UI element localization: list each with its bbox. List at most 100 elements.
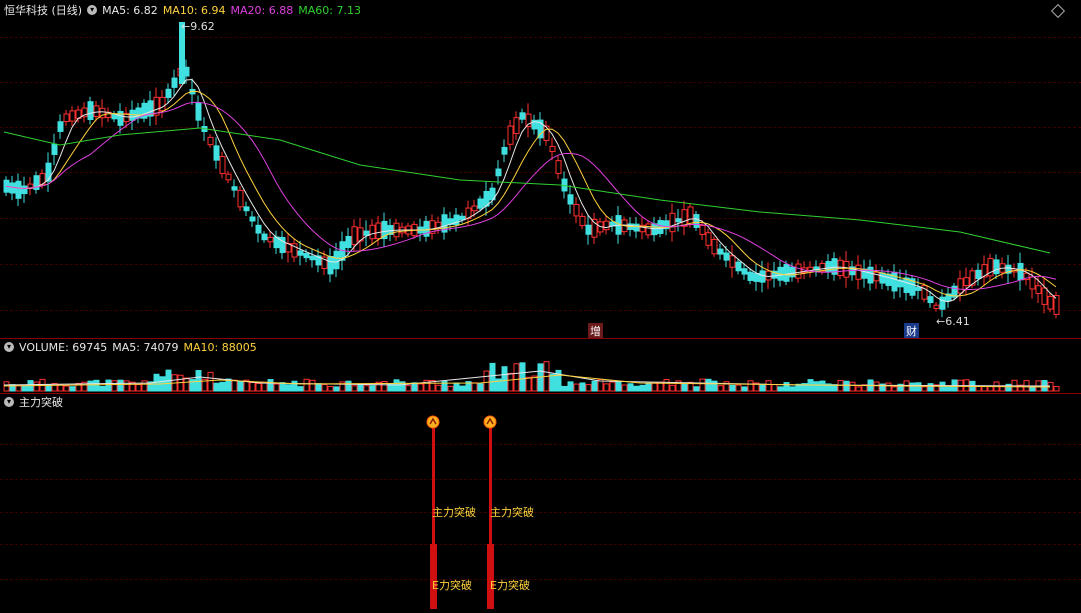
candle-body: [507, 125, 514, 145]
candle-body: [237, 189, 244, 208]
event-marker-increase[interactable]: 增: [588, 323, 603, 339]
volume-bar: [603, 383, 610, 392]
volume-bar: [729, 384, 736, 392]
candle-body: [699, 225, 706, 235]
volume-bar: [765, 380, 772, 392]
volume-bar: [141, 380, 148, 392]
candle-body: [747, 271, 754, 281]
candle-body: [345, 236, 352, 248]
volume-bar: [99, 386, 106, 392]
settings-toggle-icon[interactable]: ▾: [4, 397, 14, 407]
settings-toggle-icon[interactable]: ▾: [87, 5, 98, 15]
candle-body: [369, 224, 376, 240]
candle-body: [651, 223, 658, 236]
volume-bar: [111, 380, 118, 392]
volume-bar: [909, 382, 916, 392]
candle-body: [957, 278, 964, 294]
candle-body: [789, 266, 796, 278]
candle-body: [51, 143, 58, 155]
volume-bar: [255, 382, 262, 392]
vol-ma10-label: MA10: 88005: [183, 340, 257, 354]
price-header: 恒华科技 (日线) ▾ MA5: 6.82 MA10: 6.94 MA20: 6…: [4, 2, 361, 18]
volume-bar: [693, 386, 700, 392]
event-marker-finance[interactable]: 财: [904, 323, 919, 339]
volume-bar: [417, 383, 424, 392]
volume-bar: [63, 385, 70, 392]
candle-body: [549, 145, 556, 153]
candle-body: [573, 203, 580, 217]
volume-bar: [207, 371, 214, 392]
candlestick-chart[interactable]: [0, 0, 1081, 338]
volume-bar: [771, 383, 778, 392]
candle-body: [855, 264, 862, 280]
candle-body: [915, 286, 922, 291]
volume-bar: [891, 386, 898, 392]
volume-bar: [267, 379, 274, 392]
indicator-chart[interactable]: [0, 394, 1081, 613]
candle-body: [261, 233, 268, 241]
candle-body: [963, 277, 970, 287]
candle-body: [705, 232, 712, 246]
candle-body: [1041, 287, 1048, 305]
candle-body: [795, 263, 802, 279]
candle-body: [993, 259, 1000, 275]
volume-bar: [819, 380, 826, 392]
candle-body: [939, 296, 946, 310]
candle-body: [885, 273, 892, 286]
volume-bar: [975, 385, 982, 392]
ma20-label: MA20: 6.88: [230, 3, 294, 17]
volume-bar: [291, 380, 298, 392]
price-panel[interactable]: 恒华科技 (日线) ▾ MA5: 6.82 MA10: 6.94 MA20: 6…: [0, 0, 1081, 339]
candle-body: [519, 112, 526, 120]
volume-bar: [489, 362, 496, 392]
volume-panel[interactable]: ▾ VOLUME: 69745 MA5: 74079 MA10: 88005: [0, 339, 1081, 393]
volume-bar: [651, 382, 658, 392]
candle-body: [735, 261, 742, 272]
candle-body: [741, 268, 748, 275]
candle-body: [759, 270, 766, 283]
signal-label-4: E力突破: [490, 579, 530, 592]
volume-bar: [585, 384, 592, 392]
candle-body: [225, 173, 232, 181]
volume-bar: [435, 384, 442, 392]
ma20-line: [5, 101, 1057, 290]
candle-body: [231, 186, 238, 191]
high-price-marker: ←9.62: [181, 20, 215, 33]
ma10-label: MA10: 6.94: [162, 3, 226, 17]
candle-body: [723, 252, 730, 261]
candle-body: [669, 212, 676, 233]
signal-label-2: 主力突破: [490, 506, 534, 519]
indicator-panel[interactable]: ▾ 主力突破 主力突破 主力突破 E力突破 E力突破: [0, 394, 1081, 613]
volume-bar: [525, 376, 532, 392]
indicator-title: 主力突破: [19, 396, 63, 409]
volume-bar: [405, 385, 412, 392]
volume-bar: [279, 382, 286, 392]
volume-bar: [579, 382, 586, 392]
volume-bar: [561, 385, 568, 392]
volume-bar: [237, 381, 244, 392]
volume-bar: [567, 381, 574, 392]
volume-header: ▾ VOLUME: 69745 MA5: 74079 MA10: 88005: [4, 339, 257, 355]
volume-bar: [777, 386, 784, 392]
volume-bar: [333, 386, 340, 392]
settings-toggle-icon[interactable]: ▾: [4, 342, 14, 352]
candle-body: [375, 222, 382, 240]
candle-body: [891, 271, 898, 292]
candle-body: [219, 156, 226, 174]
volume-bar: [591, 380, 598, 392]
volume-bar: [303, 378, 310, 392]
candle-body: [927, 296, 934, 304]
signal-label-1: 主力突破: [432, 506, 476, 519]
volume-bar: [93, 379, 100, 392]
volume-bar: [789, 386, 796, 392]
stock-title[interactable]: 恒华科技 (日线): [4, 2, 82, 18]
candle-body: [327, 256, 334, 275]
candle-body: [87, 101, 94, 121]
volume-bar: [471, 382, 478, 392]
volume-bar: [549, 373, 556, 392]
candle-body: [297, 250, 304, 256]
volume-bar: [357, 384, 364, 392]
volume-bar: [759, 383, 766, 392]
volume-bar: [351, 385, 358, 392]
candle-body: [495, 168, 502, 177]
